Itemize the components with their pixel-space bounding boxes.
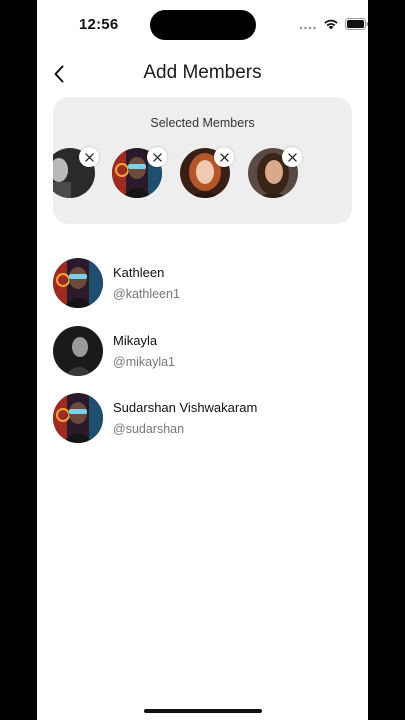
dynamic-island [150, 10, 256, 40]
user-list-item[interactable]: Kathleen @kathleen1 [53, 258, 353, 310]
user-name: Kathleen [113, 265, 165, 280]
cellular-signal-icon [299, 26, 316, 30]
user-list-item[interactable]: Mikayla @mikayla1 [53, 326, 353, 378]
wifi-icon [324, 19, 338, 30]
phone-screen: 12:56 Add Members Selected Members Kathl… [37, 0, 368, 720]
selected-members-title: Selected Members [150, 116, 255, 130]
status-icons [299, 17, 368, 31]
close-icon [84, 152, 94, 162]
user-avatar [53, 393, 103, 443]
remove-member-button[interactable] [282, 147, 302, 167]
user-handle: @mikayla1 [113, 355, 176, 369]
close-icon [287, 152, 297, 162]
battery-icon [345, 18, 368, 30]
user-list-item[interactable]: Sudarshan Vishwakaram @sudarshan [53, 393, 353, 445]
user-handle: @kathleen1 [113, 287, 180, 301]
selected-members-card: Selected Members [53, 97, 352, 224]
close-icon [219, 152, 229, 162]
home-indicator[interactable] [144, 709, 262, 713]
user-name: Mikayla [113, 333, 158, 348]
user-avatar [53, 258, 103, 308]
remove-member-button[interactable] [214, 147, 234, 167]
close-icon [152, 152, 162, 162]
status-time: 12:56 [79, 16, 119, 33]
user-handle: @sudarshan [113, 422, 185, 436]
user-avatar [53, 326, 103, 376]
remove-member-button[interactable] [147, 147, 167, 167]
remove-member-button[interactable] [79, 147, 99, 167]
page-title: Add Members [143, 62, 262, 83]
user-name: Sudarshan Vishwakaram [113, 400, 258, 415]
